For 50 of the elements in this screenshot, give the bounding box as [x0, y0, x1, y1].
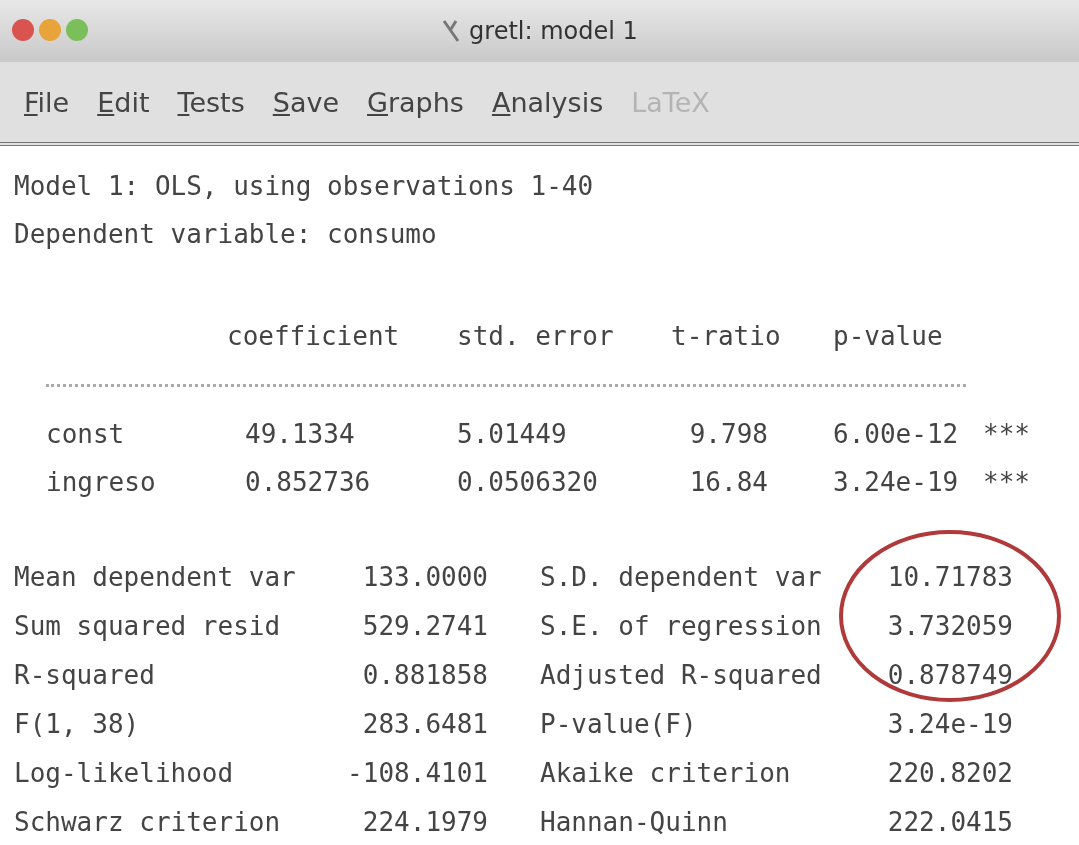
table-cell-text: 3.24e-19 — [833, 466, 960, 499]
stat-value: 283.6481 — [361, 708, 488, 741]
stat-label: F(1, 38) — [14, 708, 141, 741]
table-cell-text: *** — [983, 466, 1031, 499]
stat-value: 529.2741 — [361, 610, 488, 643]
stat-value: 0.881858 — [361, 659, 488, 692]
column-header: p-value — [833, 320, 944, 353]
table-cell-text: 0.852736 — [245, 466, 372, 499]
menu-item[interactable]: Analysis — [491, 86, 604, 118]
stat-value: 3.732059 — [886, 610, 1013, 643]
column-header: std. error — [457, 320, 615, 353]
stat-label: Schwarz criterion — [14, 806, 282, 839]
table-cell-text: 49.1334 — [245, 418, 356, 451]
window-title: gretl: model 1 — [469, 17, 638, 45]
table-cell-text: 5.01449 — [457, 418, 568, 451]
stat-label: Log-likelihood — [14, 757, 235, 790]
stat-label: Hannan-Quinn — [540, 806, 729, 839]
menu-item[interactable]: Tests — [177, 86, 245, 118]
stat-label: Akaike criterion — [540, 757, 792, 790]
table-cell-text: 0.0506320 — [457, 466, 599, 499]
output-line: Dependent variable: consumo — [14, 219, 437, 249]
menu-item[interactable]: File — [24, 86, 70, 118]
table-cell-text: ingreso — [46, 466, 157, 499]
stat-value: 3.24e-19 — [886, 708, 1013, 741]
table-cell-text: 16.84 — [688, 466, 768, 499]
stat-value: 220.8202 — [886, 757, 1013, 790]
stat-value: -108.4101 — [347, 757, 488, 790]
stat-label: S.E. of regression — [540, 610, 823, 643]
stat-label: Adjusted R-squared — [540, 659, 823, 692]
stat-value: 10.71783 — [886, 561, 1013, 594]
stat-label: Mean dependent var — [14, 561, 297, 594]
stat-value: 224.1979 — [361, 806, 488, 839]
table-cell-text: 9.798 — [688, 418, 768, 451]
column-header: coefficient — [227, 320, 401, 353]
table-cell-text: 6.00e-12 — [833, 418, 960, 451]
app-icon — [441, 19, 462, 43]
stat-value: 0.878749 — [886, 659, 1013, 692]
output-line: Model 1: OLS, using observations 1-40 — [14, 171, 594, 201]
menu-item[interactable]: Graphs — [367, 86, 464, 118]
stat-label: P-value(F) — [540, 708, 698, 741]
stat-label: Sum squared resid — [14, 610, 282, 643]
table-cell-text: const — [46, 418, 126, 451]
stat-value: 133.0000 — [361, 561, 488, 594]
stat-value: 222.0415 — [886, 806, 1013, 839]
table-cell-text: *** — [983, 418, 1031, 451]
column-header: t-ratio — [671, 320, 782, 353]
stat-label: S.D. dependent var — [540, 561, 823, 594]
menu-item[interactable]: Edit — [97, 86, 150, 118]
stat-label: R-squared — [14, 659, 156, 692]
menu-item[interactable]: Save — [272, 86, 340, 118]
